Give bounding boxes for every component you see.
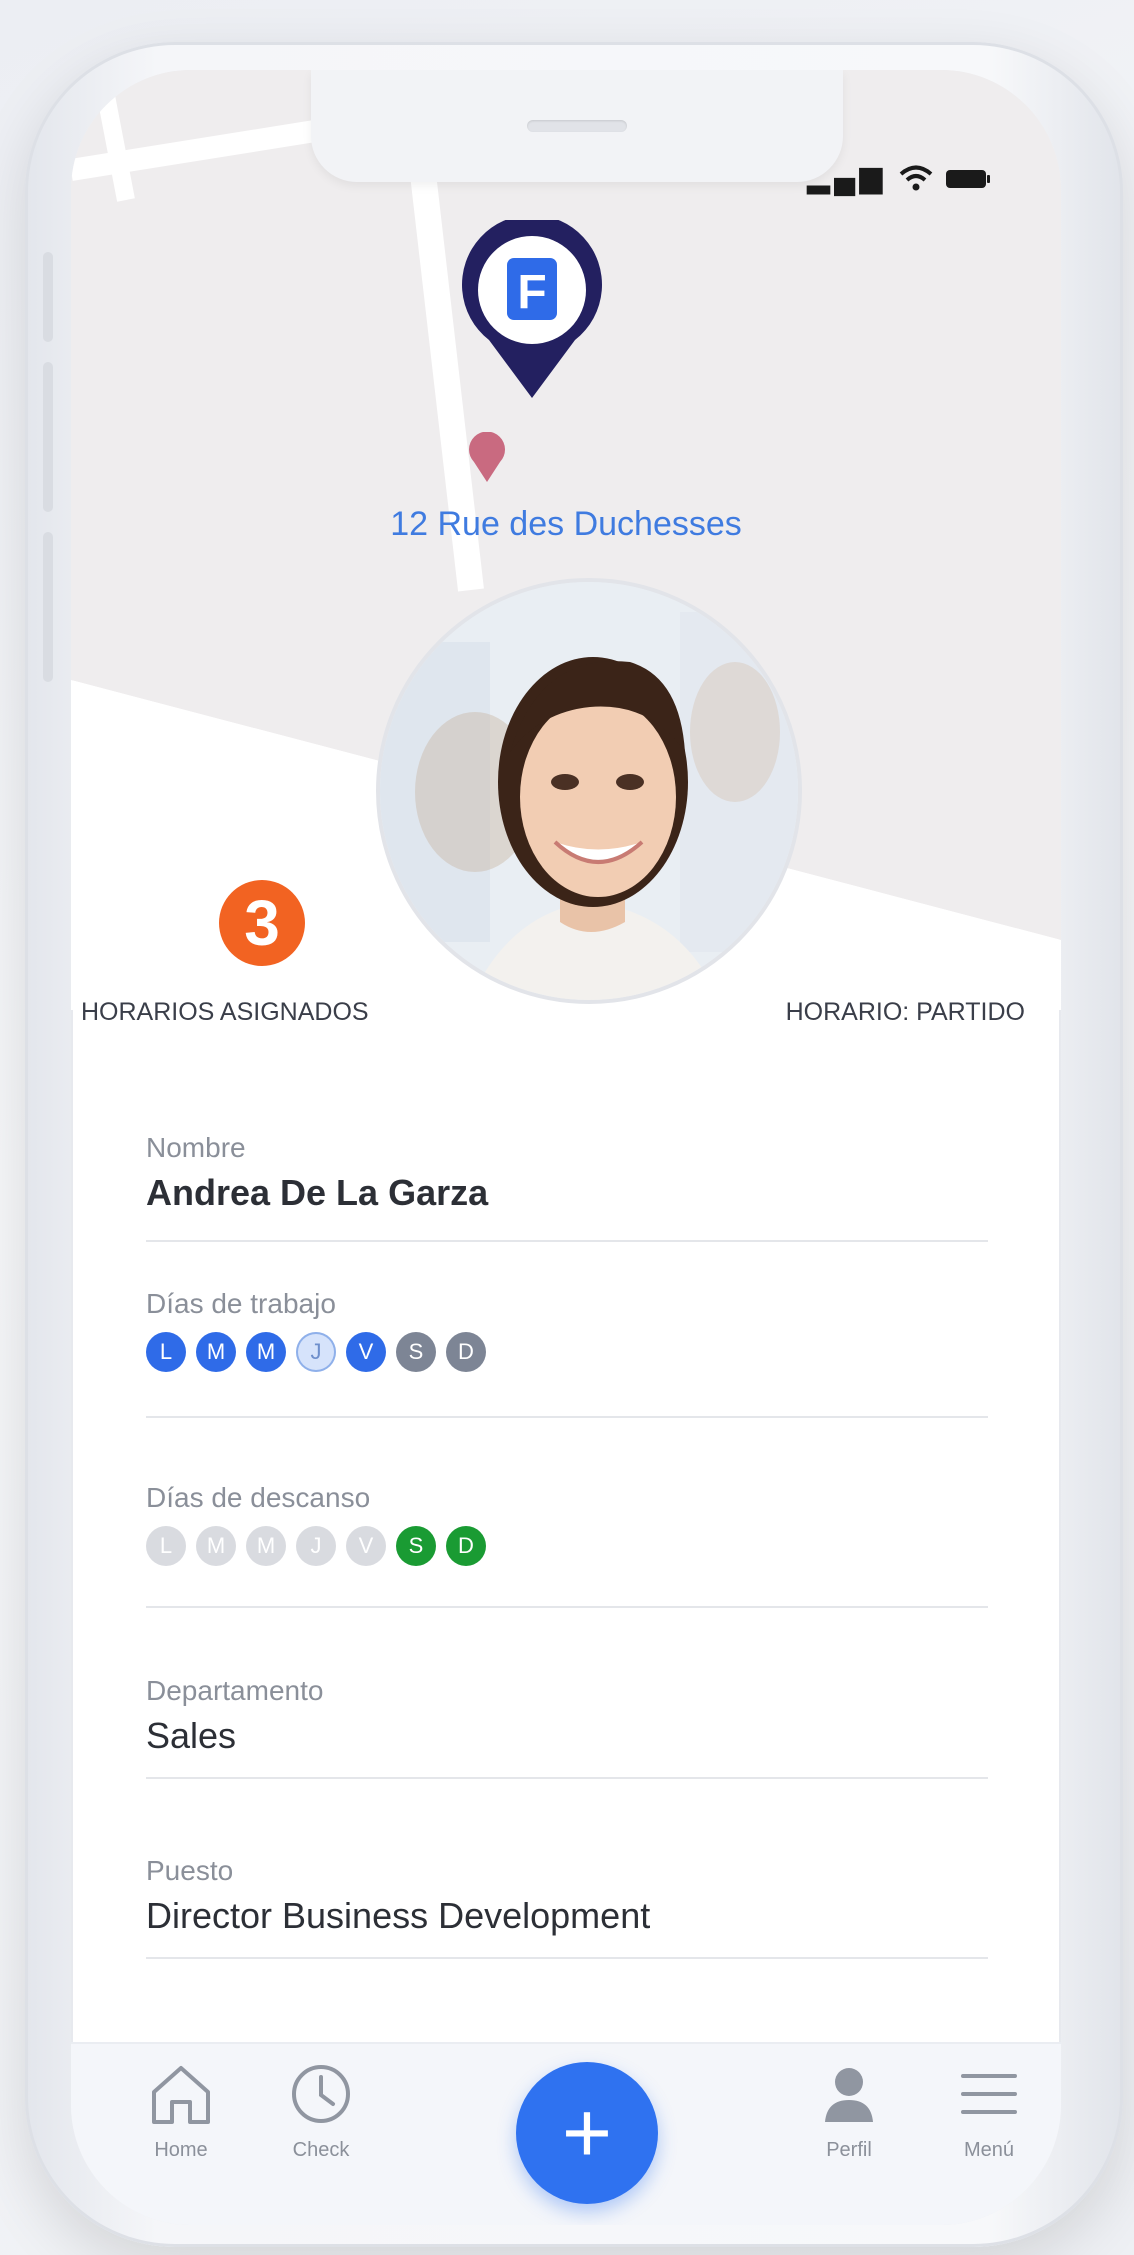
work-day-tuesday[interactable]: M: [196, 1332, 236, 1372]
wifi-icon: [899, 165, 932, 191]
rest-day-saturday[interactable]: S: [396, 1526, 436, 1566]
tab-menu[interactable]: Menú: [919, 2062, 1059, 2162]
name-field-value: Andrea De La Garza: [146, 1172, 489, 1213]
assigned-schedules-label: HORARIOS ASIGNADOS: [81, 998, 369, 1026]
device-notch: [311, 70, 843, 182]
profile-avatar[interactable]: [376, 578, 802, 1004]
work-day-thursday[interactable]: J: [296, 1332, 336, 1372]
tab-home-label: Home: [154, 2139, 208, 2161]
work-day-wednesday[interactable]: M: [246, 1332, 286, 1372]
rest-day-friday[interactable]: V: [346, 1526, 386, 1566]
rest-days-selector: L M M J V S D: [146, 1526, 988, 1566]
name-field: Nombre Andrea De La Garza: [146, 1132, 988, 1242]
work-days-selector: L M M J V S D: [146, 1332, 988, 1372]
rest-days-field: Días de descanso L M M J V S D: [146, 1482, 988, 1608]
address-text: 12 Rue des Duchesses: [390, 505, 742, 543]
work-day-friday[interactable]: V: [346, 1332, 386, 1372]
menu-icon: [961, 2074, 1017, 2114]
position-label: Puesto: [146, 1855, 234, 1886]
department-label: Departamento: [146, 1675, 324, 1706]
schedule-type-label: HORARIO: PARTIDO: [785, 998, 1025, 1026]
department-field: Departamento Sales: [146, 1675, 988, 1779]
battery-icon: [946, 170, 990, 189]
work-day-saturday[interactable]: S: [396, 1332, 436, 1372]
tab-profile[interactable]: Perfil: [779, 2062, 919, 2162]
name-field-label: Nombre: [146, 1132, 246, 1163]
user-icon: [825, 2068, 873, 2122]
work-day-monday[interactable]: L: [146, 1332, 186, 1372]
volume-down-button: [43, 532, 53, 682]
tab-menu-label: Menú: [963, 2139, 1015, 2161]
department-value: Sales: [146, 1715, 237, 1756]
rest-days-label: Días de descanso: [146, 1482, 371, 1513]
address-marker-icon: [465, 431, 509, 489]
work-days-label: Días de trabajo: [146, 1288, 336, 1319]
speaker-grille: [527, 120, 627, 132]
mute-switch: [43, 252, 53, 342]
company-location-pin[interactable]: F: [457, 214, 607, 405]
rest-day-wednesday[interactable]: M: [246, 1526, 286, 1566]
signal-icon: ▂▄▆: [806, 161, 887, 194]
position-value: Director Business Development: [146, 1895, 651, 1936]
rest-day-sunday[interactable]: D: [446, 1526, 486, 1566]
rest-day-monday[interactable]: L: [146, 1526, 186, 1566]
tab-profile-label: Perfil: [826, 2139, 872, 2161]
clock-icon: [292, 2065, 350, 2123]
rest-day-tuesday[interactable]: M: [196, 1526, 236, 1566]
tab-check-label: Check: [292, 2139, 350, 2161]
tab-check[interactable]: Check: [251, 2062, 391, 2162]
status-bar: ▂▄▆: [807, 160, 991, 195]
work-days-field: Días de trabajo L M M J V S D: [146, 1288, 988, 1418]
app-screen: ▂▄▆ F 12 Rue des Duchesses 3 HORARIOS AS…: [71, 70, 1061, 2225]
position-field: Puesto Director Business Development: [146, 1855, 988, 1959]
assigned-schedules-count-badge: 3: [219, 880, 305, 966]
add-button[interactable]: +: [516, 2062, 658, 2204]
company-logo-letter: F: [517, 266, 546, 319]
volume-up-button: [43, 362, 53, 512]
home-icon: [152, 2066, 210, 2124]
tab-home[interactable]: Home: [111, 2062, 251, 2162]
work-day-sunday[interactable]: D: [446, 1332, 486, 1372]
rest-day-thursday[interactable]: J: [296, 1526, 336, 1566]
